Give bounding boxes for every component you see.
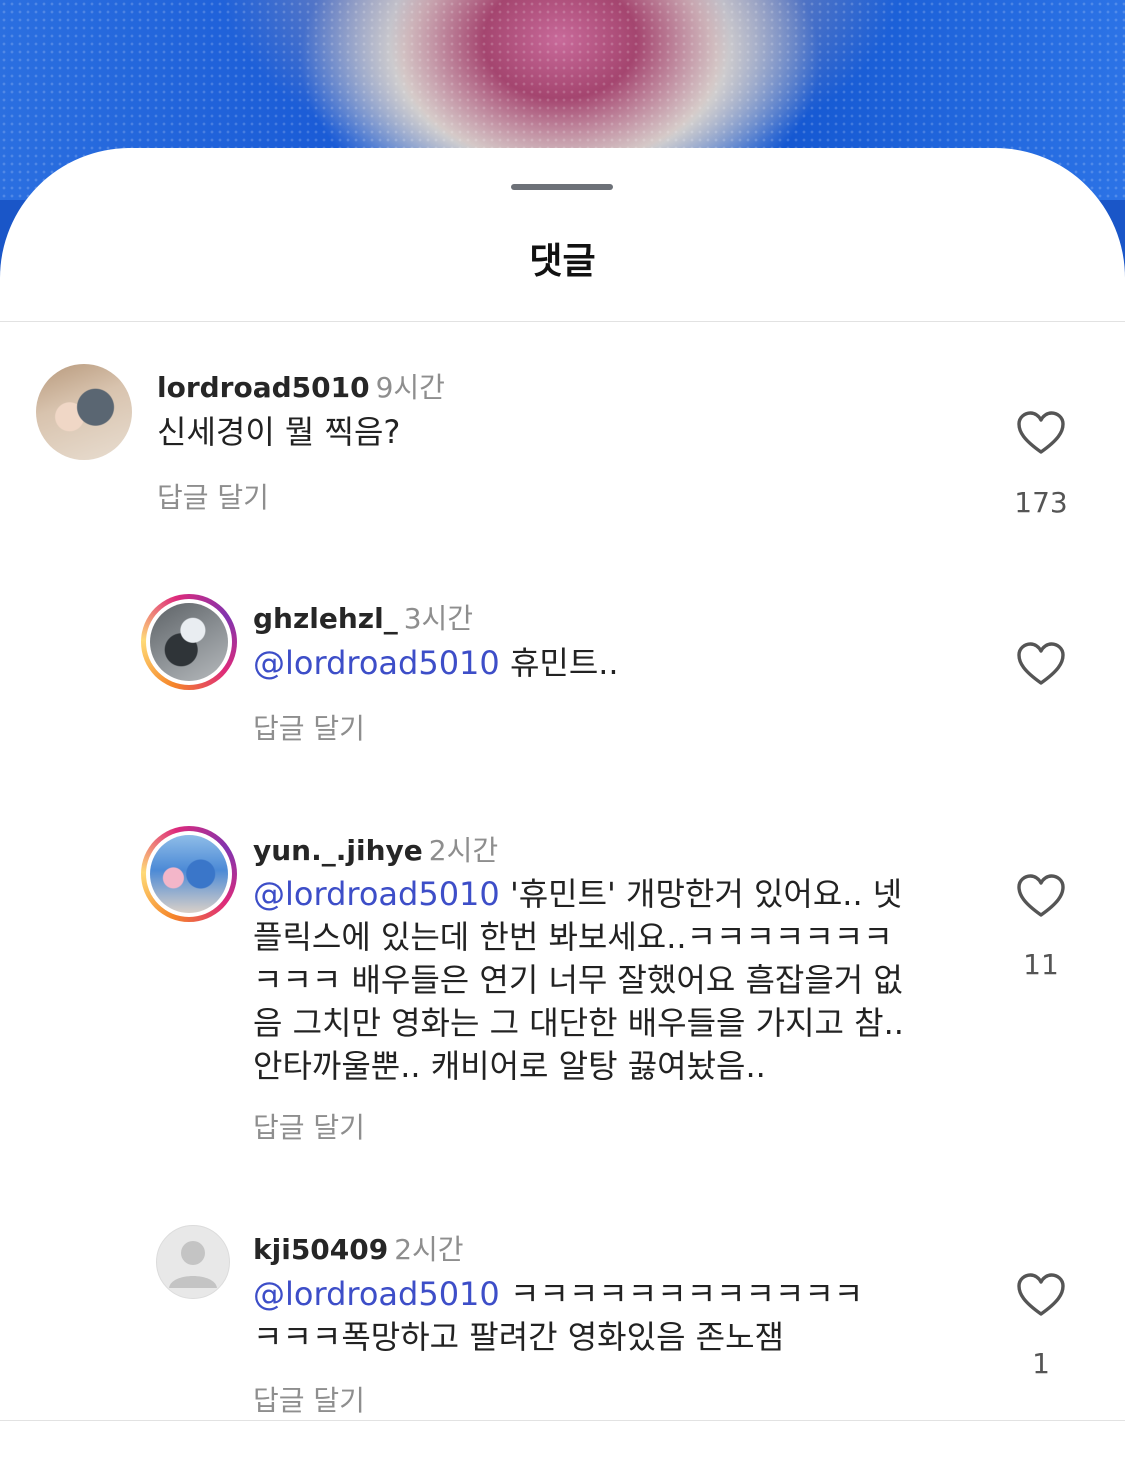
avatar-image (150, 835, 228, 913)
divider (0, 1420, 1125, 1421)
comment-text: @lordroad5010 휴민트.. (253, 644, 619, 682)
sheet-title: 댓글 (529, 241, 596, 282)
timestamp: 9시간 (375, 371, 445, 404)
avatar[interactable] (156, 1225, 230, 1299)
heart-icon (1017, 1273, 1065, 1316)
comment-text: @lordroad5010 ㅋㅋㅋㅋㅋㅋㅋㅋㅋㅋㅋㅋ ㅋㅋㅋ폭망하고 팔려간 영… (253, 1275, 864, 1356)
username[interactable]: ghzlehzl_ (253, 602, 398, 635)
like-button[interactable] (1011, 1272, 1071, 1318)
comment-text: 신세경이 뭘 찍음? (157, 413, 401, 451)
like-button[interactable] (1011, 641, 1071, 687)
heart-icon (1017, 874, 1065, 917)
like-count: 11 (1023, 948, 1059, 981)
reply-button[interactable]: 답글 달기 (157, 476, 269, 516)
comment-text: @lordroad5010 '휴민트' 개망한거 있어요.. 넷 플릭스에 있는… (253, 875, 904, 1085)
timestamp: 2시간 (394, 1233, 464, 1266)
like-count: 173 (1014, 486, 1068, 519)
default-user-icon (169, 1241, 217, 1288)
reply-button[interactable]: 답글 달기 (253, 1379, 365, 1419)
like-count: 1 (1032, 1347, 1050, 1380)
avatar[interactable] (36, 364, 132, 460)
divider (0, 321, 1125, 322)
mention-link[interactable]: @lordroad5010 (253, 875, 500, 913)
avatar[interactable] (141, 594, 237, 690)
username[interactable]: kji50409 (253, 1233, 388, 1266)
avatar[interactable] (141, 826, 237, 922)
heart-icon (1017, 411, 1065, 454)
like-button[interactable] (1011, 873, 1071, 919)
timestamp: 3시간 (403, 602, 474, 635)
username[interactable]: yun._.jihye (253, 834, 423, 867)
like-button[interactable] (1011, 410, 1071, 456)
reply-button[interactable]: 답글 달기 (253, 1106, 365, 1146)
heart-icon (1017, 642, 1065, 685)
reply-button[interactable]: 답글 달기 (253, 707, 365, 747)
avatar-image (150, 603, 228, 681)
drag-handle[interactable] (511, 184, 613, 190)
mention-link[interactable]: @lordroad5010 (253, 1275, 500, 1313)
timestamp: 2시간 (428, 834, 499, 867)
mention-link[interactable]: @lordroad5010 (253, 644, 500, 682)
username[interactable]: lordroad5010 (157, 371, 370, 404)
